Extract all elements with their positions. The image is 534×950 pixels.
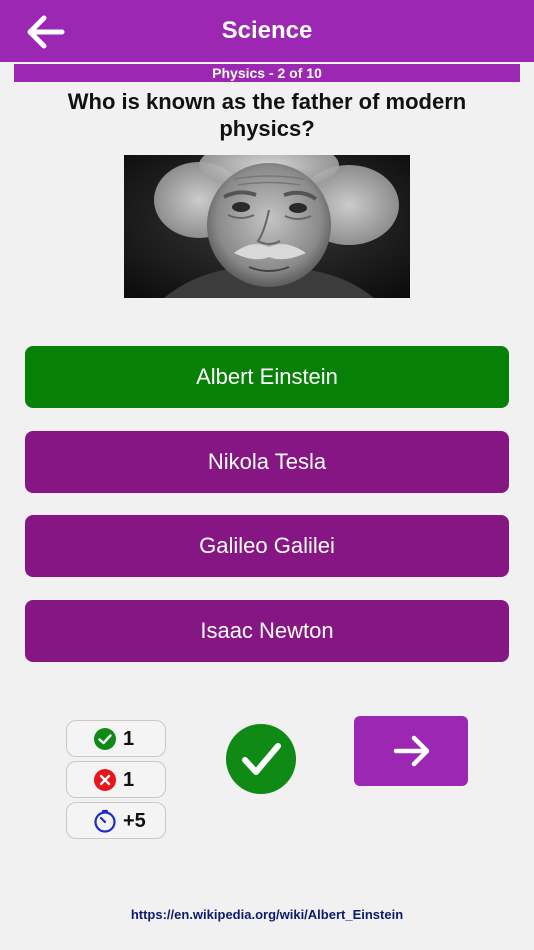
correct-count: 1 [123,728,135,750]
time-bonus-badge: +5 [66,802,166,839]
answer-option-3[interactable]: Galileo Galilei [25,515,509,577]
question-text: Who is known as the father of modern phy… [67,89,467,141]
time-bonus: +5 [123,810,146,832]
checkmark-icon [242,743,281,775]
answer-option-2[interactable]: Nikola Tesla [25,431,509,493]
app-header: Science [0,0,534,62]
question-progress: Physics - 2 of 10 [14,64,520,82]
check-circle-icon [94,728,116,750]
wrong-count-badge: 1 [66,761,166,798]
question-image [124,155,410,298]
page-title: Science [221,17,313,44]
source-link[interactable]: https://en.wikipedia.org/wiki/Albert_Ein… [0,907,534,922]
answer-result-indicator [226,724,296,794]
answer-option-1[interactable]: Albert Einstein [25,346,509,408]
answer-option-4[interactable]: Isaac Newton [25,600,509,662]
wrong-count: 1 [123,769,135,791]
correct-count-badge: 1 [66,720,166,757]
timer-icon [94,809,116,833]
arrow-right-icon [393,735,430,767]
x-circle-icon [94,769,116,791]
next-question-button[interactable] [354,716,468,786]
